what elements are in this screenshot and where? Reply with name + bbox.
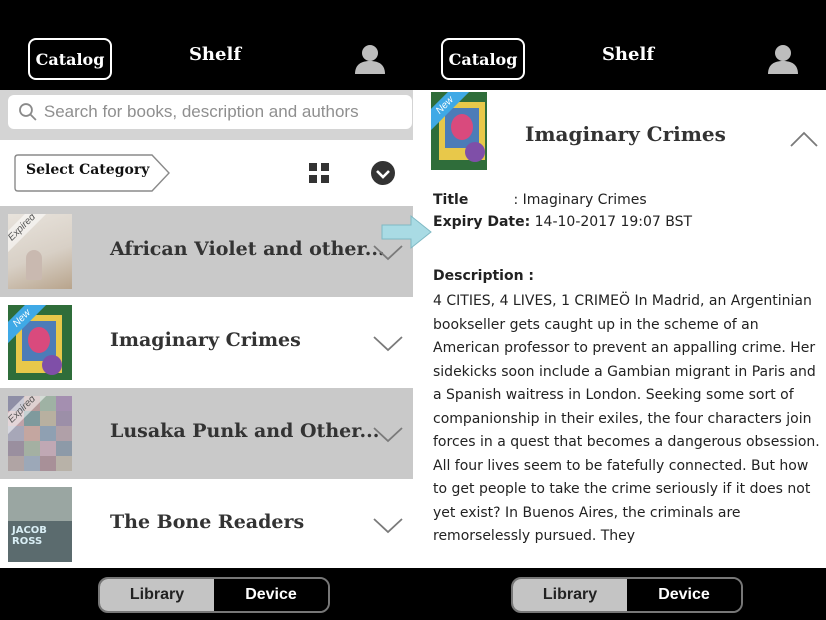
page-title: Shelf — [188, 44, 242, 65]
search-icon — [19, 103, 37, 121]
book-cover: JACOB ROSS — [8, 487, 72, 562]
select-category-button[interactable]: Select Category — [14, 154, 170, 192]
book-meta: Title : Imaginary Crimes Expiry Date: 14… — [433, 192, 823, 236]
category-row: Select Category — [0, 140, 413, 206]
description-text: 4 CITIES, 4 LIVES, 1 CRIMEÖ In Madrid, a… — [433, 293, 820, 544]
list-item[interactable]: New Imaginary Crimes — [0, 297, 413, 388]
new-ribbon: New — [8, 305, 60, 357]
expired-ribbon: Expired — [8, 396, 60, 448]
arrow-right-icon — [381, 214, 432, 250]
page-title: Shelf — [601, 44, 655, 65]
bottom-bar: Library Device — [0, 568, 413, 620]
expiry-label: Expiry Date: — [433, 214, 531, 230]
library-tab[interactable]: Library — [513, 579, 627, 611]
new-ribbon: New — [431, 92, 483, 144]
book-cover: Expired — [8, 214, 72, 289]
title-label: Title — [433, 192, 469, 208]
description-label: Description : — [433, 268, 535, 284]
title-value: : Imaginary Crimes — [513, 192, 647, 208]
book-title: Imaginary Crimes — [525, 122, 726, 146]
list-item[interactable]: Expired African Violet and other... — [0, 206, 413, 297]
chevron-down-icon[interactable] — [372, 426, 404, 444]
expired-ribbon: Expired — [8, 214, 60, 266]
list-item[interactable]: JACOB ROSS The Bone Readers — [0, 479, 413, 570]
chevron-down-circle-icon[interactable] — [370, 160, 396, 186]
chevron-down-icon[interactable] — [372, 517, 404, 535]
list-item[interactable]: Expired Lusaka Punk and Other... — [0, 388, 413, 479]
book-title: The Bone Readers — [110, 511, 305, 533]
book-detail-screen: Catalog Shelf New Imaginary Crimes Title… — [413, 0, 826, 620]
book-cover: Expired — [8, 396, 72, 471]
search-bar — [0, 90, 413, 140]
top-bar: Catalog Shelf — [413, 0, 826, 90]
book-cover: New — [431, 92, 487, 170]
user-icon[interactable] — [353, 42, 387, 76]
grid-view-icon[interactable] — [308, 162, 330, 184]
cover-text: JACOB ROSS — [12, 525, 47, 547]
shelf-list-screen: Catalog Shelf Select Category — [0, 0, 413, 620]
library-device-toggle: Library Device — [511, 577, 743, 613]
select-category-label: Select Category — [26, 162, 150, 178]
chevron-up-icon[interactable] — [789, 130, 819, 148]
book-title: African Violet and other... — [110, 238, 385, 260]
book-list: Expired African Violet and other... New … — [0, 206, 413, 570]
device-tab[interactable]: Device — [214, 579, 328, 611]
user-icon[interactable] — [766, 42, 800, 76]
search-input[interactable] — [43, 102, 412, 122]
book-title: Lusaka Punk and Other... — [110, 420, 380, 442]
library-device-toggle: Library Device — [98, 577, 330, 613]
search-box[interactable] — [8, 95, 412, 129]
chevron-down-icon[interactable] — [372, 335, 404, 353]
expiry-value: 14-10-2017 19:07 BST — [534, 214, 693, 230]
catalog-button[interactable]: Catalog — [441, 38, 525, 80]
book-detail-header: New Imaginary Crimes — [413, 90, 826, 176]
book-cover: New — [8, 305, 72, 380]
bottom-bar: Library Device — [413, 568, 826, 620]
top-bar: Catalog Shelf — [0, 0, 413, 90]
book-title: Imaginary Crimes — [110, 329, 301, 351]
catalog-button[interactable]: Catalog — [28, 38, 112, 80]
library-tab[interactable]: Library — [100, 579, 214, 611]
device-tab[interactable]: Device — [627, 579, 741, 611]
